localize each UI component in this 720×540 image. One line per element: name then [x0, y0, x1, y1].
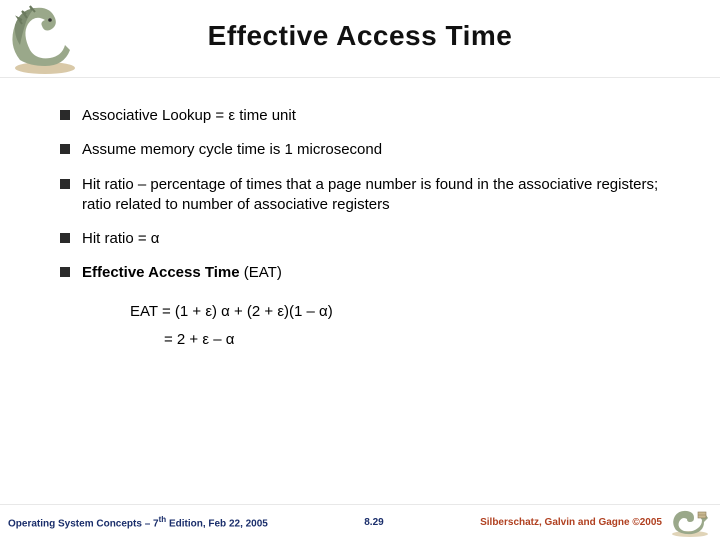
formula-line: EAT = (1 + ε) α + (2 + ε)(1 – α) — [130, 298, 672, 327]
footer-bar: Operating System Concepts – 7th Edition,… — [0, 504, 720, 540]
bullet-text: Effective Access Time (EAT) — [82, 263, 282, 283]
slide-number: 8.29 — [364, 517, 383, 528]
list-item: Hit ratio = α — [60, 229, 672, 249]
header-bar: Effective Access Time — [0, 0, 720, 78]
page-title: Effective Access Time — [0, 0, 720, 52]
list-item: Associative Lookup = ε time unit — [60, 106, 672, 126]
formula-block: EAT = (1 + ε) α + (2 + ε)(1 – α) = 2 + ε… — [130, 298, 672, 355]
footer-left: Operating System Concepts – 7th Edition,… — [8, 515, 268, 529]
list-item: Assume memory cycle time is 1 microsecon… — [60, 140, 672, 160]
bullet-square-icon — [60, 179, 70, 189]
bullet-square-icon — [60, 233, 70, 243]
bullet-square-icon — [60, 110, 70, 120]
bullet-text: Hit ratio = α — [82, 229, 159, 249]
dinosaur-logo-icon — [0, 0, 82, 76]
list-item: Effective Access Time (EAT) — [60, 263, 672, 283]
list-item: Hit ratio – percentage of times that a p… — [60, 175, 672, 216]
bullet-text: Assume memory cycle time is 1 microsecon… — [82, 140, 382, 160]
bullet-text: Hit ratio – percentage of times that a p… — [82, 175, 672, 216]
footer-right: Silberschatz, Galvin and Gagne ©2005 — [480, 508, 712, 538]
bullet-text: Associative Lookup = ε time unit — [82, 106, 296, 126]
dinosaur-footer-icon — [668, 508, 712, 538]
formula-line: = 2 + ε – α — [164, 326, 672, 355]
copyright-text: Silberschatz, Galvin and Gagne ©2005 — [480, 517, 662, 528]
content-area: Associative Lookup = ε time unit Assume … — [0, 78, 720, 355]
bullet-square-icon — [60, 267, 70, 277]
bullet-square-icon — [60, 144, 70, 154]
